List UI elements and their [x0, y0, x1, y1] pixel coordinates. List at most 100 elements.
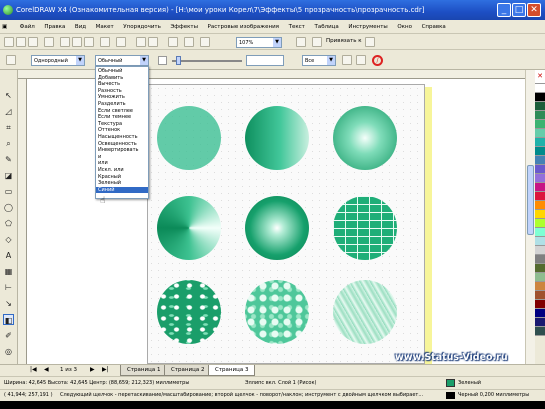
- merge-mode-combo[interactable]: Обычный ▼: [95, 55, 149, 66]
- circle-square-transparency[interactable]: [245, 196, 309, 260]
- prev-page-icon[interactable]: ◀: [44, 366, 49, 373]
- menu-view[interactable]: Вид: [71, 20, 90, 33]
- circle-bitmap-pattern-transparency[interactable]: [157, 280, 221, 344]
- merge-mode-option[interactable]: Умножить: [96, 94, 148, 101]
- merge-mode-option[interactable]: Обычный: [96, 68, 148, 75]
- pick-tool-icon[interactable]: ↖: [3, 90, 14, 101]
- save-icon[interactable]: [28, 37, 38, 47]
- menu-window[interactable]: Окно: [393, 20, 416, 33]
- color-swatch[interactable]: [535, 111, 545, 120]
- circle-linear-transparency[interactable]: [245, 106, 309, 170]
- no-color-swatch[interactable]: ✕: [535, 70, 545, 84]
- menu-arrange[interactable]: Упорядочить: [119, 20, 165, 33]
- paste-icon[interactable]: [84, 37, 94, 47]
- color-swatch[interactable]: [535, 210, 545, 219]
- color-swatch[interactable]: [535, 201, 545, 210]
- merge-mode-option[interactable]: Инвертировать: [96, 147, 148, 154]
- color-swatch[interactable]: [535, 183, 545, 192]
- color-swatch[interactable]: [535, 237, 545, 246]
- zoom-tool-icon[interactable]: ⌕: [3, 138, 14, 149]
- color-swatch[interactable]: [535, 147, 545, 156]
- color-swatch[interactable]: [535, 93, 545, 102]
- merge-mode-option[interactable]: Разделить: [96, 101, 148, 108]
- color-swatch[interactable]: [535, 228, 545, 237]
- color-swatch[interactable]: [535, 219, 545, 228]
- merge-mode-option[interactable]: Добавить: [96, 75, 148, 82]
- interactive-transparency-tool-icon[interactable]: ◧: [3, 314, 14, 325]
- menu-layout[interactable]: Макет: [92, 20, 118, 33]
- color-swatch[interactable]: [535, 318, 545, 327]
- color-swatch[interactable]: [535, 327, 545, 336]
- snap-to-icon[interactable]: [312, 37, 322, 47]
- color-swatch[interactable]: [535, 300, 545, 309]
- color-swatch[interactable]: [535, 165, 545, 174]
- freeze-icon[interactable]: [342, 55, 352, 65]
- table-tool-icon[interactable]: ▦: [3, 266, 14, 277]
- first-page-icon[interactable]: |◀: [30, 366, 37, 373]
- color-swatch[interactable]: [535, 192, 545, 201]
- menu-help[interactable]: Справка: [418, 20, 450, 33]
- rectangle-tool-icon[interactable]: ▭: [3, 186, 14, 197]
- scroll-thumb[interactable]: [527, 165, 534, 235]
- minimize-button[interactable]: _: [497, 3, 511, 17]
- connector-tool-icon[interactable]: ↘: [3, 298, 14, 309]
- dimension-tool-icon[interactable]: ⊢: [3, 282, 14, 293]
- print-icon[interactable]: [44, 37, 54, 47]
- color-swatch[interactable]: [535, 309, 545, 318]
- clear-transparency-icon[interactable]: /: [372, 55, 383, 66]
- apply-to-combo[interactable]: Все ▼: [302, 55, 336, 66]
- outline-tool-icon[interactable]: ◎: [3, 346, 14, 357]
- color-swatch[interactable]: [535, 102, 545, 111]
- color-swatch[interactable]: [535, 138, 545, 147]
- welcome-icon[interactable]: [184, 37, 194, 47]
- color-swatch[interactable]: [535, 120, 545, 129]
- menu-text[interactable]: Текст: [285, 20, 309, 33]
- eyedropper-tool-icon[interactable]: ✐: [3, 330, 14, 341]
- menu-bitmaps[interactable]: Растровые изображения: [204, 20, 283, 33]
- merge-mode-option[interactable]: Разность: [96, 88, 148, 95]
- maximize-button[interactable]: □: [512, 3, 526, 17]
- new-document-icon[interactable]: [4, 37, 14, 47]
- merge-mode-option[interactable]: Оттенок: [96, 127, 148, 134]
- merge-mode-option[interactable]: Насыщенность: [96, 134, 148, 141]
- merge-mode-option[interactable]: или: [96, 160, 148, 167]
- vertical-scrollbar[interactable]: [525, 70, 535, 364]
- merge-mode-option[interactable]: Вычесть: [96, 81, 148, 88]
- color-swatch[interactable]: [535, 246, 545, 255]
- next-page-icon[interactable]: ▶: [90, 366, 95, 373]
- import-icon[interactable]: [136, 37, 146, 47]
- menu-tools[interactable]: Инструменты: [344, 20, 391, 33]
- color-swatch[interactable]: [535, 156, 545, 165]
- transparency-slider-track[interactable]: [172, 60, 242, 62]
- redo-icon[interactable]: [116, 37, 126, 47]
- export-icon[interactable]: [148, 37, 158, 47]
- menu-effects[interactable]: Эффекты: [166, 20, 202, 33]
- app-launcher-icon[interactable]: [168, 37, 178, 47]
- cut-icon[interactable]: [60, 37, 70, 47]
- merge-mode-option[interactable]: Если светлее: [96, 108, 148, 115]
- circle-conical-transparency[interactable]: [157, 196, 221, 260]
- open-icon[interactable]: [16, 37, 26, 47]
- smart-fill-tool-icon[interactable]: ◪: [3, 170, 14, 181]
- merge-mode-option[interactable]: Освещенность: [96, 141, 148, 148]
- merge-mode-option-selected[interactable]: Синий: [96, 186, 148, 194]
- color-swatch[interactable]: [535, 273, 545, 282]
- options-icon[interactable]: [365, 37, 375, 47]
- merge-mode-option[interactable]: Искл. или: [96, 167, 148, 174]
- circle-uniform-transparency[interactable]: [157, 106, 221, 170]
- color-swatch[interactable]: [535, 84, 545, 93]
- basic-shapes-tool-icon[interactable]: ◇: [3, 234, 14, 245]
- merge-mode-option[interactable]: Зеленый: [96, 180, 148, 187]
- color-swatch[interactable]: [535, 255, 545, 264]
- shape-tool-icon[interactable]: ◿: [3, 106, 14, 117]
- circle-texture-fibers-transparency[interactable]: [333, 280, 397, 344]
- merge-mode-option[interactable]: Красный: [96, 174, 148, 181]
- merge-mode-option[interactable]: Текстура: [96, 121, 148, 128]
- drawing-page[interactable]: [147, 84, 425, 364]
- color-swatch[interactable]: [535, 282, 545, 291]
- polygon-tool-icon[interactable]: ⬠: [3, 218, 14, 229]
- color-swatch[interactable]: [535, 174, 545, 183]
- copy-transparency-icon[interactable]: [356, 55, 366, 65]
- color-swatch[interactable]: [535, 129, 545, 138]
- text-tool-icon[interactable]: A: [3, 250, 14, 261]
